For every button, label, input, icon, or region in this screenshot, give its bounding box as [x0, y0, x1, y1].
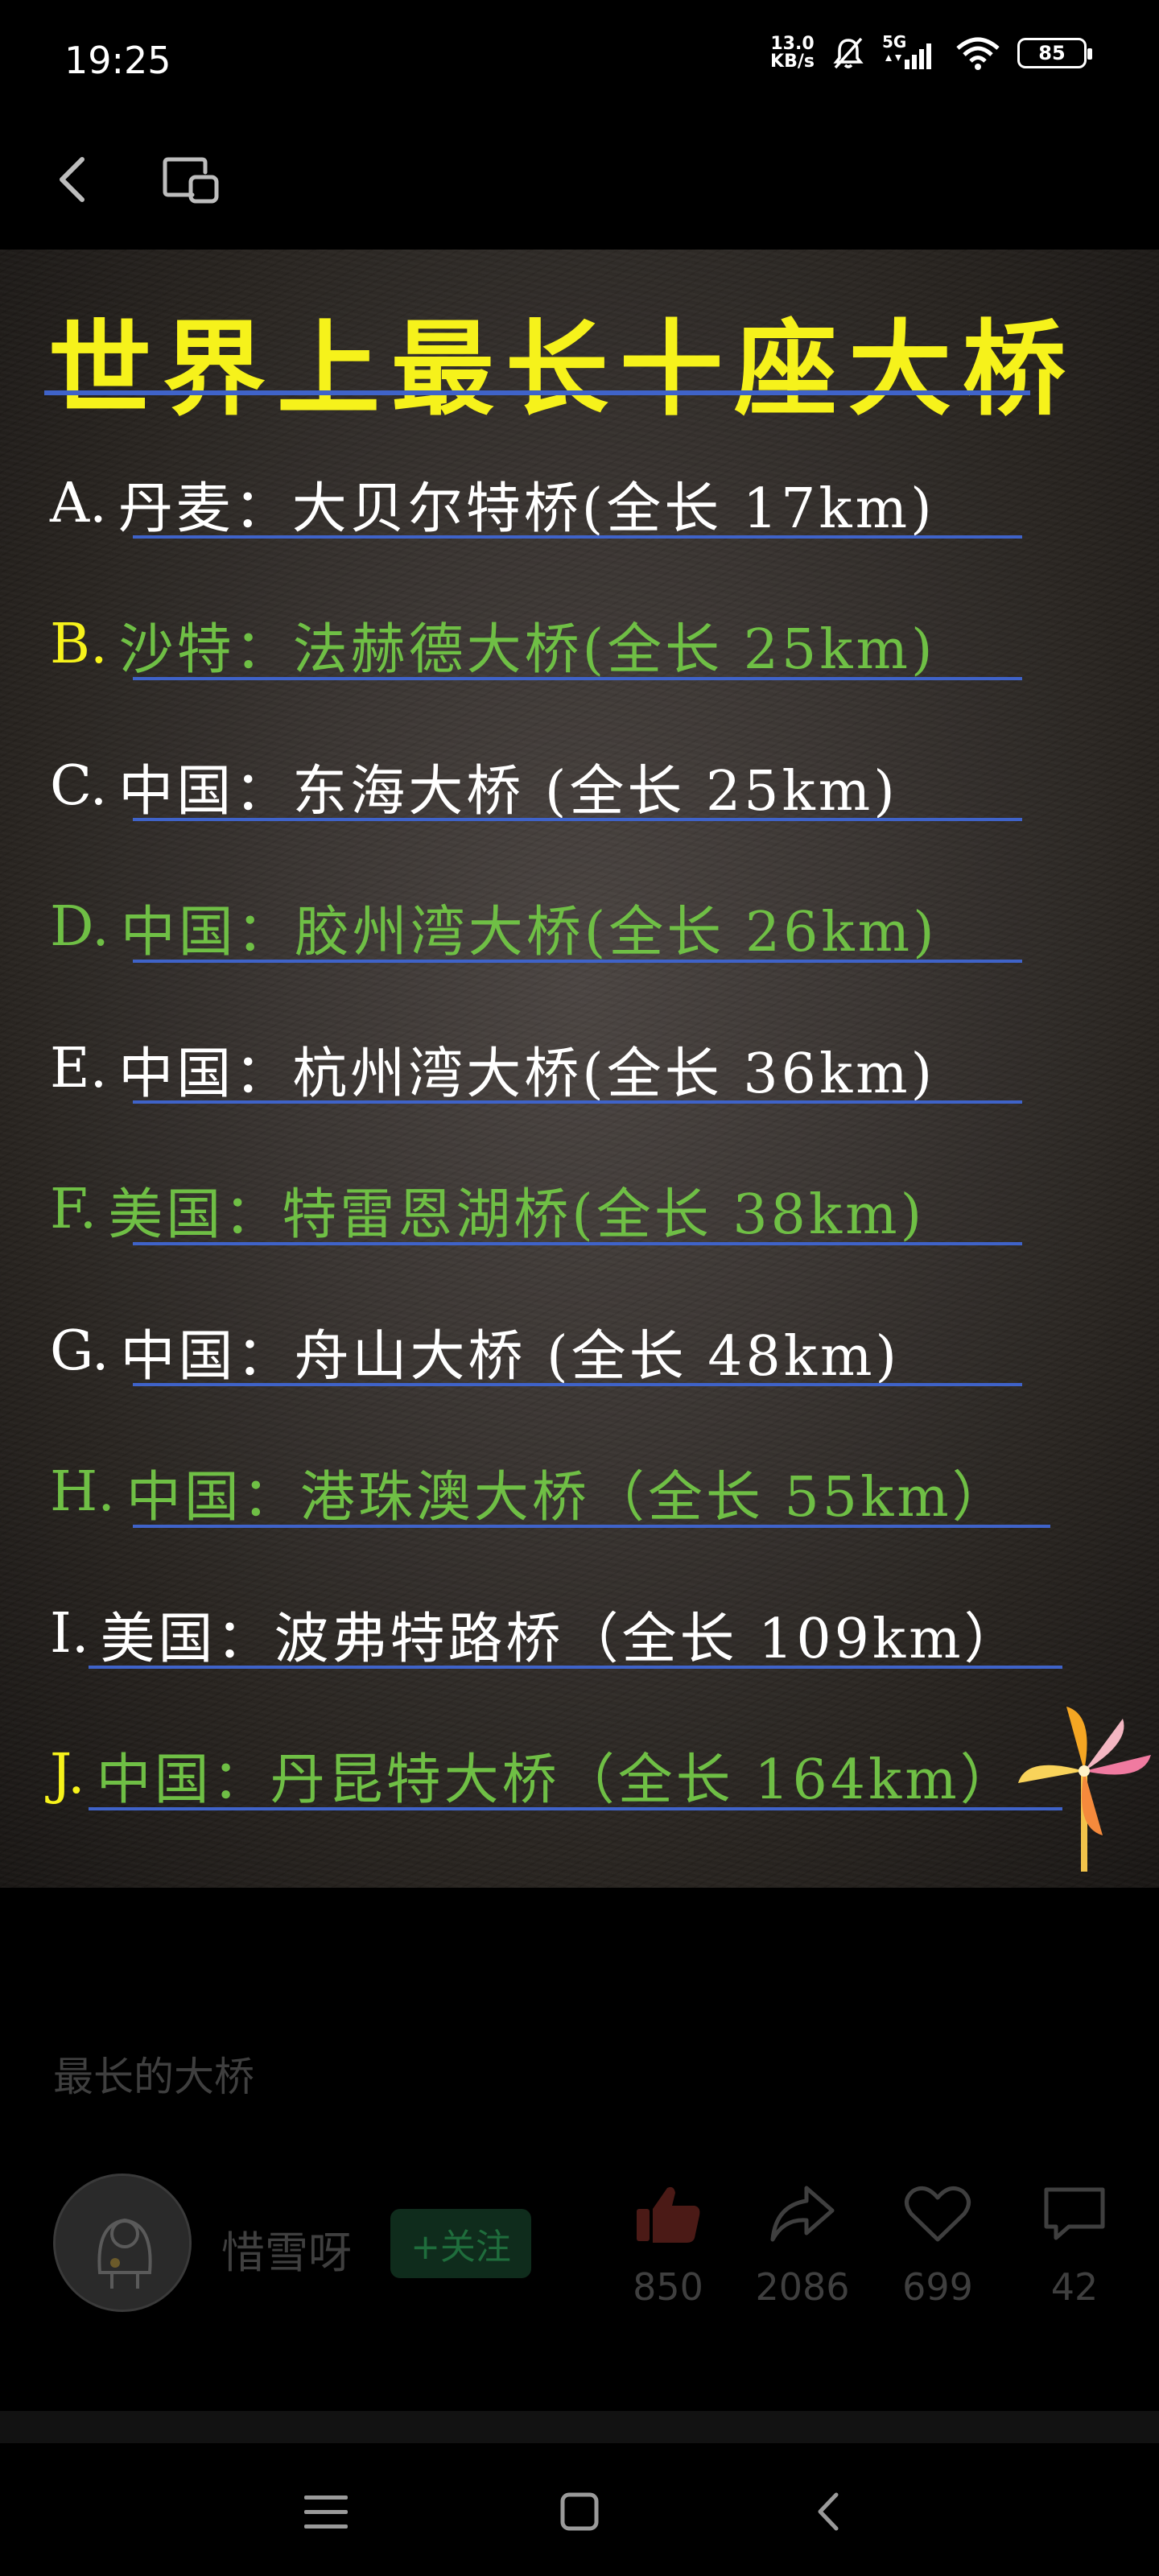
comment-bubble-icon	[1044, 2187, 1105, 2240]
thumbs-up-icon	[637, 2186, 700, 2243]
poster-image[interactable]: 世界上最长十座大桥 A. 丹麦：大贝尔特桥(全长 17km) B. 沙特：法赫德大桥(…	[0, 250, 1159, 1888]
bridge-row-text: 中国：胶州湾大桥(全长 26km)	[120, 901, 938, 964]
bridge-row-underline	[89, 1806, 1062, 1810]
avatar-illustration	[56, 2176, 189, 2310]
signal-icon: 5G	[882, 32, 938, 71]
bridge-row-letter: H.	[50, 1460, 115, 1524]
bridge-row-text: 美国：波弗特路桥（全长 109km）	[100, 1607, 1022, 1671]
bridge-row-underline	[133, 818, 1022, 821]
bridge-row-underline	[133, 1383, 1022, 1386]
battery-level: 85	[1038, 42, 1066, 64]
net-speed-value: 13.0	[770, 34, 815, 54]
bridge-row-underline	[133, 1524, 1050, 1528]
menu-icon[interactable]	[298, 2487, 354, 2536]
bridge-row-text: 中国：丹昆特大桥（全长 164km）	[96, 1748, 1018, 1812]
comment-count: 42	[1050, 2265, 1099, 2309]
bridge-row-underline	[133, 676, 1022, 680]
bridge-row-underline	[133, 959, 1022, 963]
heart-icon	[905, 2186, 971, 2242]
like-count: 850	[633, 2265, 703, 2309]
wifi-icon	[956, 37, 1000, 70]
bridge-row-text: 中国：杭州湾大桥(全长 36km)	[118, 1042, 936, 1106]
status-icons: 13.0 KB/s 5G 85	[770, 32, 1092, 71]
title-underline	[44, 390, 1030, 395]
bridge-row-underline	[89, 1666, 1062, 1669]
bridge-row-letter: E.	[50, 1036, 108, 1100]
follow-button[interactable]: +关注	[390, 2209, 531, 2278]
bridge-row-letter: B.	[50, 613, 108, 676]
avatar[interactable]	[53, 2174, 192, 2312]
mute-bell-icon	[833, 37, 864, 69]
bridge-row-text: 中国：舟山大桥 (全长 48km)	[120, 1324, 901, 1389]
bridge-row-letter: D.	[50, 895, 109, 959]
back-icon[interactable]	[801, 2483, 857, 2540]
bridge-row-underline	[133, 1241, 1022, 1245]
home-icon[interactable]	[551, 2483, 608, 2540]
bridge-row-underline	[133, 1100, 1022, 1104]
bridge-row-text: 中国：东海大桥 (全长 25km)	[118, 759, 898, 824]
bridge-row-underline	[133, 535, 1022, 539]
share-arrow-icon	[770, 2186, 835, 2242]
post-caption: 最长的大桥	[53, 2054, 254, 2100]
divider-bar	[0, 2411, 1159, 2443]
bridge-row-letter: F.	[50, 1178, 97, 1241]
share-count: 2086	[755, 2265, 850, 2309]
bridge-row-text: 中国：港珠澳大桥（全长 55km）	[126, 1466, 1010, 1530]
bridge-row-text: 美国：特雷恩湖桥(全长 38km)	[108, 1183, 926, 1247]
floating-window-icon[interactable]	[157, 145, 229, 217]
bridge-row-letter: A.	[50, 471, 107, 535]
bridge-row-letter: I.	[50, 1601, 89, 1666]
bridge-row-text: 沙特：法赫德大桥(全长 25km)	[118, 618, 936, 682]
poster-title: 世界上最长十座大桥	[48, 309, 1078, 430]
bridge-row-letter: J.	[50, 1743, 85, 1806]
status-time: 19:25	[64, 39, 171, 82]
share-button[interactable]: 2086	[742, 2165, 863, 2309]
author-name[interactable]: 惜雪呀	[221, 2217, 352, 2281]
net-speed: 13.0 KB/s	[770, 35, 815, 71]
bottom-nav	[0, 2443, 1159, 2576]
favorite-button[interactable]: 699	[877, 2165, 998, 2309]
battery-icon: 85	[1017, 38, 1092, 68]
like-button[interactable]: 850	[608, 2165, 728, 2309]
bridge-row-letter: G.	[50, 1319, 109, 1383]
favorite-count: 699	[902, 2265, 973, 2309]
pinwheel-icon[interactable]	[1018, 1695, 1155, 1872]
status-bar: 19:25 13.0 KB/s 5G 85	[0, 0, 1159, 121]
bridge-row-text: 丹麦：大贝尔特桥(全长 17km)	[118, 477, 935, 541]
back-chevron-icon[interactable]	[40, 143, 113, 216]
top-nav	[0, 121, 1159, 250]
comment-button[interactable]: 42	[1014, 2165, 1135, 2309]
author-row: 惜雪呀 +关注 850 2086 699 42	[0, 2165, 1159, 2312]
bridge-row-letter: C.	[50, 753, 108, 818]
net-speed-unit: KB/s	[770, 52, 815, 72]
